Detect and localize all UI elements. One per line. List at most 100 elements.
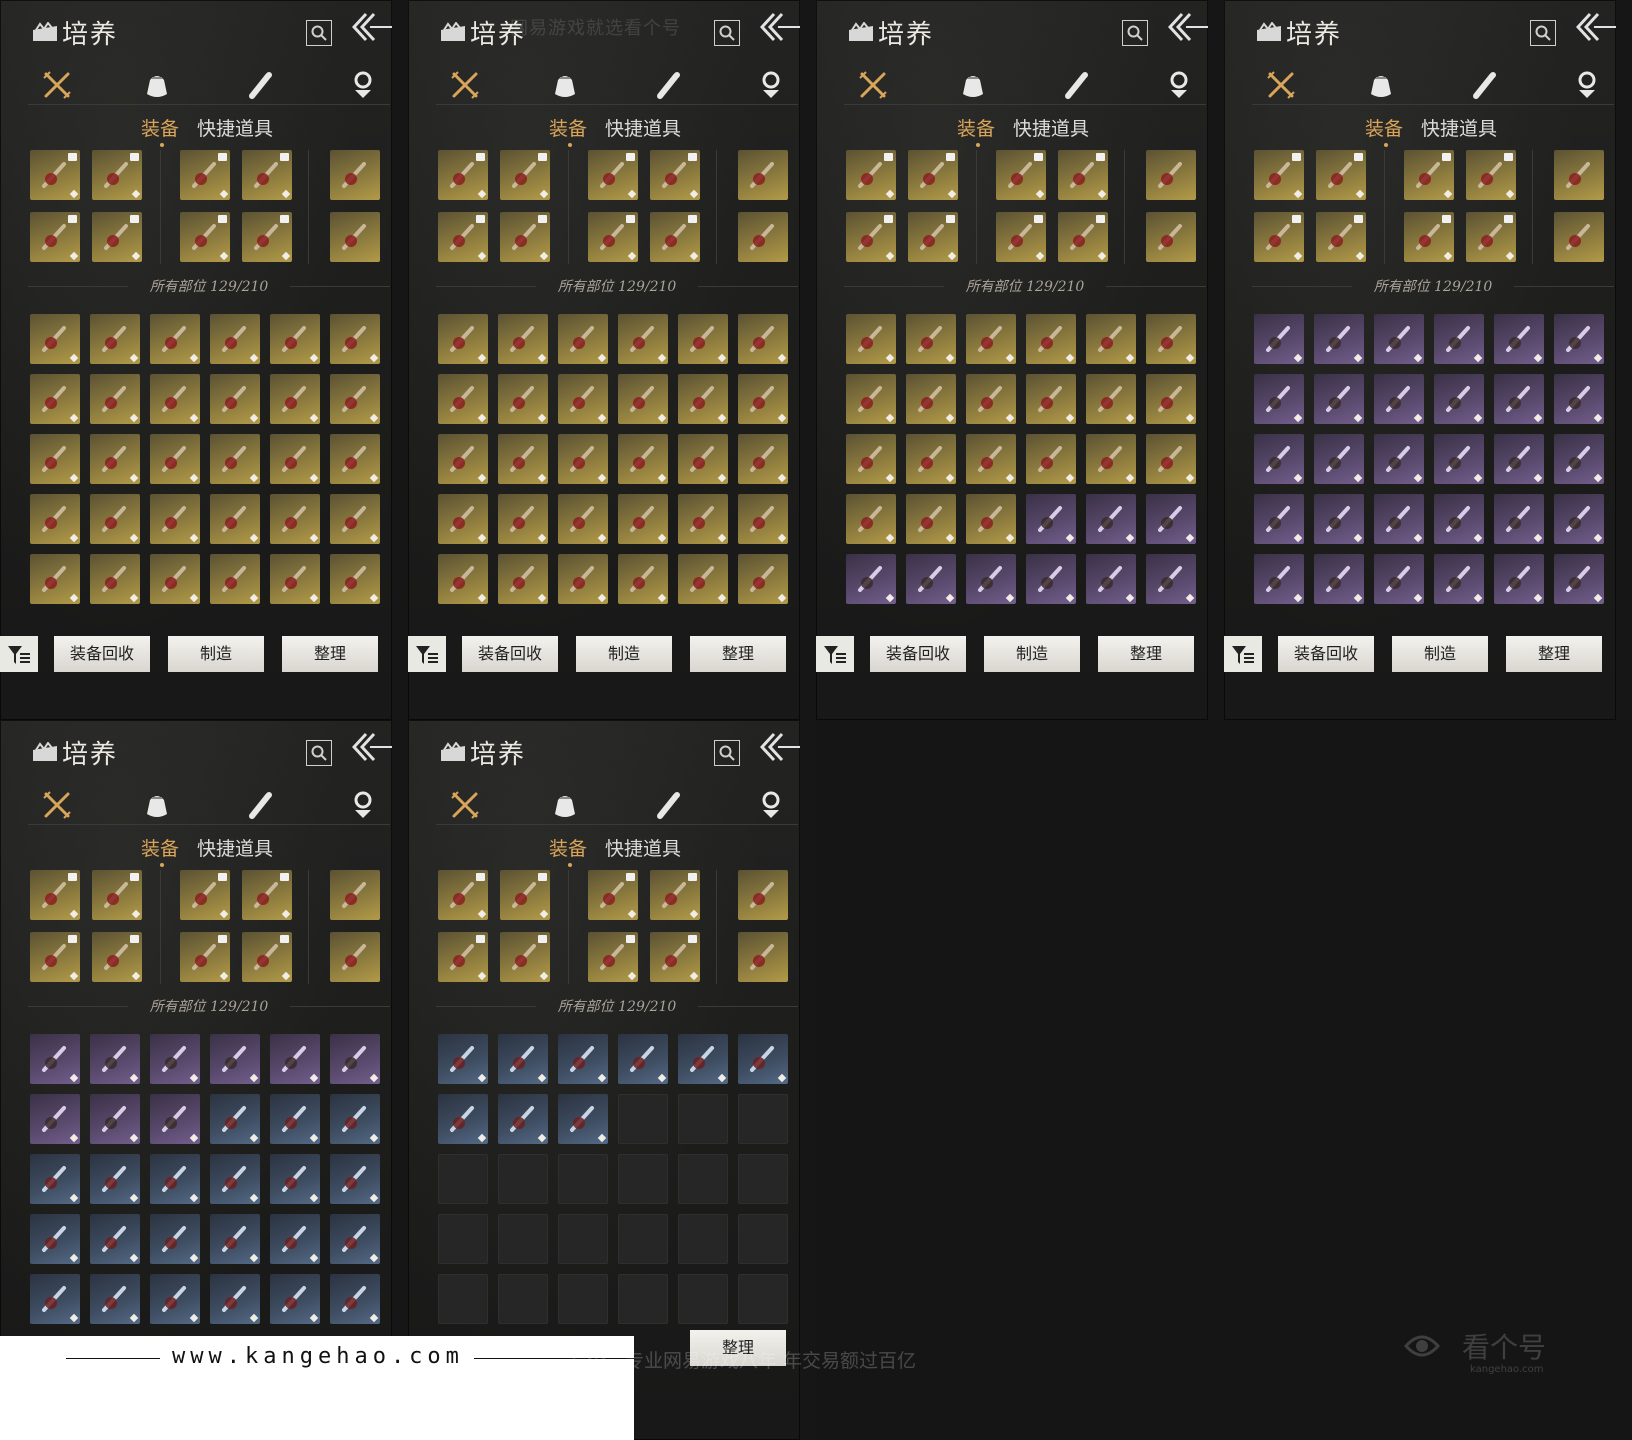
inventory-item[interactable] — [738, 314, 788, 364]
inventory-item[interactable] — [618, 374, 668, 424]
inventory-item[interactable] — [678, 434, 728, 484]
tab-equipment[interactable]: 装备 — [141, 114, 179, 147]
inventory-item[interactable] — [210, 374, 260, 424]
inventory-item[interactable] — [1086, 554, 1136, 604]
equipped-slot[interactable] — [330, 870, 380, 920]
inventory-item[interactable] — [966, 374, 1016, 424]
inventory-item[interactable] — [966, 554, 1016, 604]
back-arrow-icon[interactable] — [1576, 10, 1616, 44]
inventory-item[interactable] — [1086, 374, 1136, 424]
inventory-item[interactable] — [1554, 434, 1604, 484]
equipped-slot[interactable] — [30, 932, 80, 982]
tab-quick-items[interactable]: 快捷道具 — [197, 114, 273, 141]
inventory-item[interactable] — [150, 1274, 200, 1324]
inventory-item[interactable] — [30, 1094, 80, 1144]
tab-equipment[interactable]: 装备 — [957, 114, 995, 147]
equipped-slot[interactable] — [180, 150, 230, 200]
equipped-slot[interactable] — [30, 212, 80, 262]
inventory-item[interactable] — [1374, 554, 1424, 604]
inventory-item[interactable] — [1314, 314, 1364, 364]
equipped-slot[interactable] — [92, 150, 142, 200]
inventory-item[interactable] — [330, 1154, 380, 1204]
inventory-item[interactable] — [150, 1214, 200, 1264]
equipped-slot[interactable] — [1554, 212, 1604, 262]
inventory-item[interactable] — [1434, 494, 1484, 544]
inventory-item[interactable] — [90, 374, 140, 424]
inventory-item[interactable] — [678, 554, 728, 604]
inventory-item[interactable] — [30, 494, 80, 544]
inventory-item[interactable] — [738, 374, 788, 424]
inventory-item[interactable] — [1026, 554, 1076, 604]
inventory-item[interactable] — [270, 314, 320, 364]
recycle-equipment-button[interactable]: 装备回收 — [462, 636, 558, 672]
inventory-item[interactable] — [270, 434, 320, 484]
inventory-item[interactable] — [90, 1034, 140, 1084]
inventory-item[interactable] — [90, 1154, 140, 1204]
inventory-item[interactable] — [1554, 554, 1604, 604]
inventory-item[interactable] — [1254, 554, 1304, 604]
inventory-item[interactable] — [1146, 554, 1196, 604]
filter-button[interactable] — [816, 636, 854, 672]
category-tab-scroll-icon[interactable] — [1060, 68, 1094, 102]
category-tab-pouch-icon[interactable] — [140, 788, 174, 822]
inventory-item[interactable] — [30, 554, 80, 604]
inventory-item[interactable] — [210, 434, 260, 484]
inventory-item[interactable] — [30, 314, 80, 364]
inventory-item[interactable] — [150, 434, 200, 484]
filter-button[interactable] — [1224, 636, 1262, 672]
equipped-slot[interactable] — [650, 150, 700, 200]
equipped-slot[interactable] — [180, 212, 230, 262]
inventory-item[interactable] — [558, 494, 608, 544]
inventory-item[interactable] — [1086, 494, 1136, 544]
inventory-item[interactable] — [498, 434, 548, 484]
inventory-item[interactable] — [846, 554, 896, 604]
inventory-item[interactable] — [438, 314, 488, 364]
equipped-slot[interactable] — [92, 932, 142, 982]
inventory-item[interactable] — [1494, 554, 1544, 604]
inventory-item[interactable] — [738, 494, 788, 544]
equipped-slot[interactable] — [908, 212, 958, 262]
craft-button[interactable]: 制造 — [168, 636, 264, 672]
inventory-item[interactable] — [1434, 374, 1484, 424]
back-arrow-icon[interactable] — [352, 730, 392, 764]
inventory-item[interactable] — [498, 314, 548, 364]
equipped-slot[interactable] — [242, 932, 292, 982]
inventory-item[interactable] — [1026, 494, 1076, 544]
equipped-slot[interactable] — [438, 870, 488, 920]
inventory-item[interactable] — [1026, 374, 1076, 424]
inventory-item[interactable] — [330, 314, 380, 364]
inventory-item[interactable] — [498, 1094, 548, 1144]
equipped-slot[interactable] — [92, 870, 142, 920]
equipped-slot[interactable] — [500, 870, 550, 920]
inventory-item[interactable] — [618, 314, 668, 364]
inventory-item[interactable] — [846, 374, 896, 424]
inventory-item[interactable] — [150, 374, 200, 424]
inventory-item[interactable] — [1494, 434, 1544, 484]
equipped-slot[interactable] — [500, 212, 550, 262]
inventory-item[interactable] — [498, 554, 548, 604]
inventory-item[interactable] — [906, 554, 956, 604]
inventory-item[interactable] — [906, 434, 956, 484]
equipped-slot[interactable] — [242, 870, 292, 920]
equipped-slot[interactable] — [846, 212, 896, 262]
inventory-item[interactable] — [1314, 554, 1364, 604]
inventory-item[interactable] — [30, 1034, 80, 1084]
inventory-item[interactable] — [30, 434, 80, 484]
equipped-slot[interactable] — [180, 932, 230, 982]
inventory-item[interactable] — [1434, 434, 1484, 484]
category-tab-scroll-icon[interactable] — [244, 788, 278, 822]
inventory-item[interactable] — [150, 494, 200, 544]
equipped-slot[interactable] — [330, 932, 380, 982]
inventory-item[interactable] — [30, 374, 80, 424]
inventory-item[interactable] — [558, 374, 608, 424]
tab-quick-items[interactable]: 快捷道具 — [1013, 114, 1089, 141]
equipped-slot[interactable] — [588, 150, 638, 200]
inventory-item[interactable] — [330, 1034, 380, 1084]
category-tab-weapon-crossed-swords-icon[interactable] — [448, 788, 482, 822]
equipped-slot[interactable] — [500, 150, 550, 200]
inventory-item[interactable] — [210, 554, 260, 604]
inventory-item[interactable] — [330, 434, 380, 484]
inventory-item[interactable] — [678, 1034, 728, 1084]
equipped-slot[interactable] — [738, 150, 788, 200]
tab-equipment[interactable]: 装备 — [549, 834, 587, 867]
